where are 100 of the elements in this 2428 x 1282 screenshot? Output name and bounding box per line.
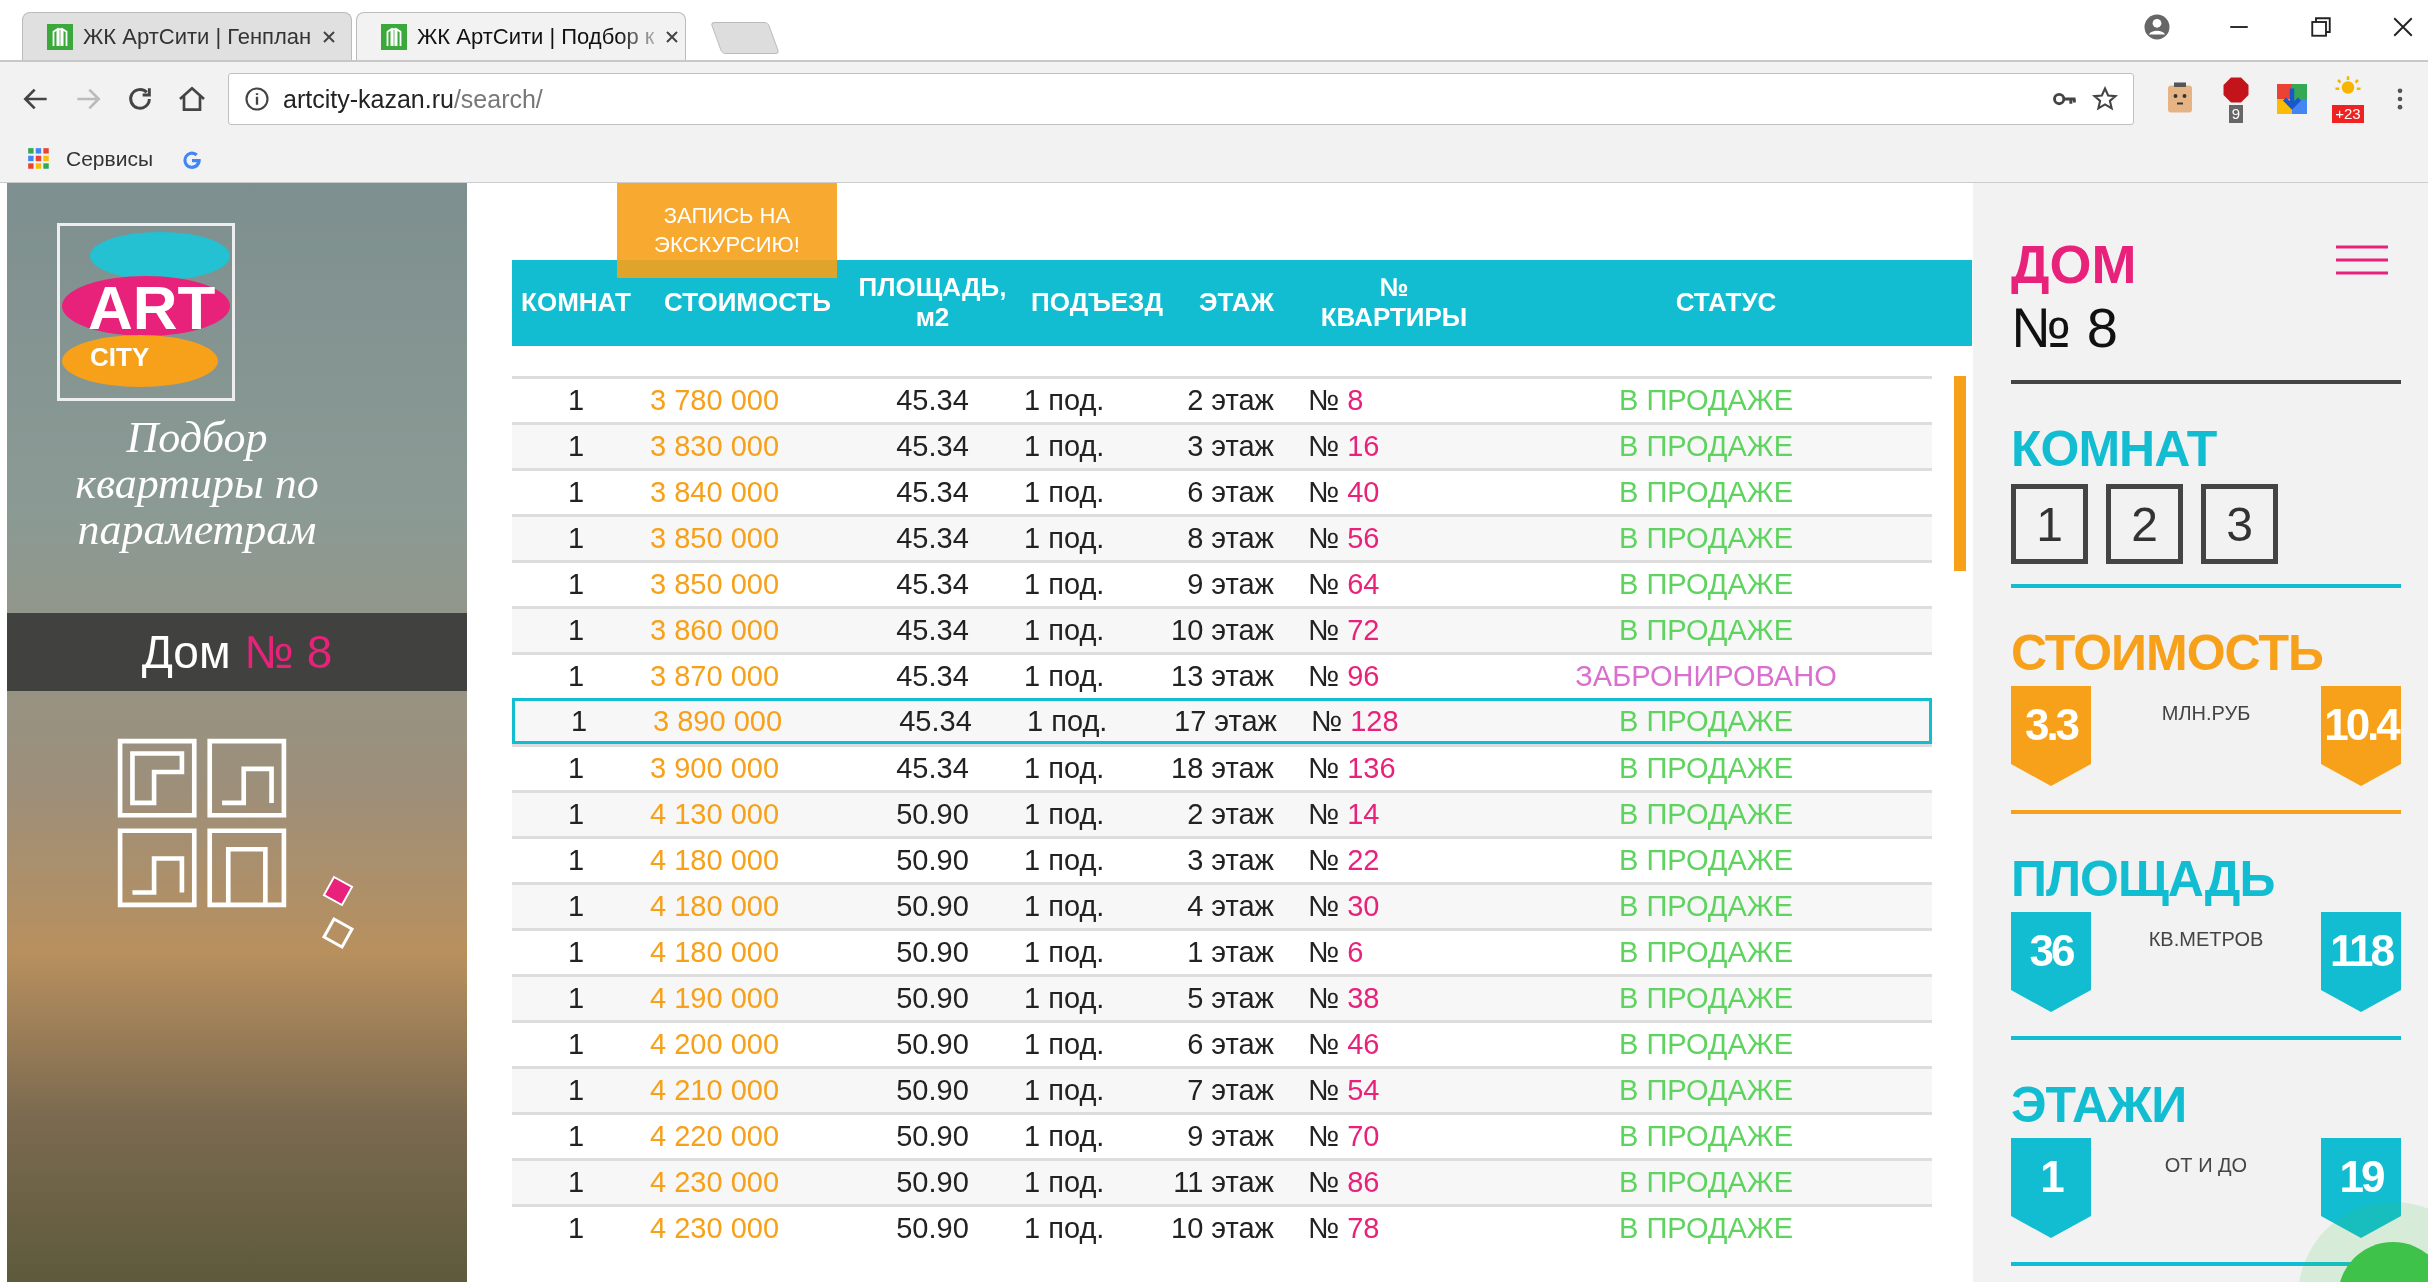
price-cell-text: 3 860 000 [649,614,780,647]
apartment-cell-text: № 56 [1307,522,1381,555]
browser-tab[interactable]: ЖК АртСити | Генплан [22,12,352,60]
filter-heading: КОМНАТ [2011,420,2218,478]
apartment-cell-text: № 54 [1307,1074,1381,1107]
status-cell-text: В ПРОДАЖЕ [1618,1120,1794,1153]
table-cell-text: 1 [566,1028,586,1061]
table-cell-text: 50.90 [895,798,970,831]
room-option[interactable]: 3 [2201,484,2278,564]
bookmark-link[interactable]: Сервисы [26,146,153,172]
browser-tab[interactable]: ЖК АртСити | Подбор к [356,12,686,60]
status-cell-text: В ПРОДАЖЕ [1618,1212,1794,1245]
table-cell-text: 1 [566,384,586,417]
room-option[interactable]: 1 [2011,484,2088,564]
table-row[interactable]: 1 4 230 000 50.90 1 под. 11 этаж № 86 В ПРОДАЖЕ [512,1158,1932,1204]
star-icon[interactable] [2091,85,2119,113]
download-arrow-icon[interactable] [2274,81,2310,117]
table-cell-text: 10 этаж [1170,614,1275,647]
range-unit: ОТ И ДО [2164,1154,2248,1178]
logo-city-text: CITY [90,342,150,373]
range-unit: КВ.МЕТРОВ [2148,928,2264,952]
apartment-cell-text: № 22 [1307,844,1381,877]
table-cell-text: 1 под. [1023,660,1106,693]
table-cell-text: 5 этаж [1186,982,1275,1015]
table-cell-text: 11 этаж [1172,1166,1275,1199]
status-cell-text: В ПРОДАЖЕ [1618,704,1794,738]
column-header: ПОДЪЕЗД [1030,288,1164,318]
stop-sign-icon[interactable] [2221,75,2251,105]
house-number: № 8 [244,625,333,679]
table-row[interactable]: 1 4 130 000 50.90 1 под. 2 этаж № 14 В ПРОДАЖЕ [512,790,1932,836]
table-row[interactable]: 1 4 190 000 50.90 1 под. 5 этаж № 38 В ПРОДАЖЕ [512,974,1932,1020]
table-cell-text: 1 под. [1023,1212,1106,1245]
status-cell-text: В ПРОДАЖЕ [1618,890,1794,923]
table-row[interactable]: 1 3 850 000 45.34 1 под. 8 этаж № 56 В ПРОДАЖЕ [512,514,1932,560]
close-icon[interactable] [664,28,681,45]
table-cell-text: 1 под. [1023,614,1106,647]
price-cell-text: 4 230 000 [649,1166,780,1199]
table-cell-text: 2 этаж [1186,798,1275,831]
price-cell-text: 4 220 000 [649,1120,780,1153]
table-cell-text: 1 [566,614,586,647]
status-cell-text: В ПРОДАЖЕ [1618,614,1794,647]
column-header: ПЛОЩАДЬ, м2 [857,273,1008,333]
column-header: № КВАРТИРЫ [1319,273,1469,333]
table-cell-text: 9 этаж [1186,568,1275,601]
status-cell-text: В ПРОДАЖЕ [1618,752,1794,785]
status-cell-text: В ПРОДАЖЕ [1618,936,1794,969]
table-cell-text: 50.90 [895,1212,970,1245]
apps-grid-icon [26,146,52,172]
table-cell-text: 1 [566,982,586,1015]
table-row[interactable]: 1 4 210 000 50.90 1 под. 7 этаж № 54 В ПРОДАЖЕ [512,1066,1932,1112]
table-cell-text: 50.90 [895,982,970,1015]
apartment-cell-text: № 70 [1307,1120,1381,1153]
apartment-cell-text: № 72 [1307,614,1381,647]
profile-icon[interactable] [2142,12,2172,42]
status-cell-text: В ПРОДАЖЕ [1618,1028,1794,1061]
table-cell-text: 1 под. [1023,844,1106,877]
price-cell-text: 3 870 000 [649,660,780,693]
table-cell-text: 7 этаж [1186,1074,1275,1107]
apartment-cell-text: № 46 [1307,1028,1381,1061]
table-cell-text: 1 под. [1023,1028,1106,1061]
status-cell-text: В ПРОДАЖЕ [1618,844,1794,877]
table-cell-text: 45.34 [895,752,970,785]
price-cell-text: 4 180 000 [649,890,780,923]
apartment-cell-text: № 6 [1307,936,1365,969]
table-row[interactable]: 1 3 830 000 45.34 1 под. 3 этаж № 16 В ПРОДАЖЕ [512,422,1932,468]
table-cell-text: 1 под. [1023,982,1106,1015]
table-cell-text: 18 этаж [1170,752,1275,785]
table-cell-text: 45.34 [895,660,970,693]
price-cell-text: 3 830 000 [649,430,780,463]
apartment-cell-text: № 40 [1307,476,1381,509]
table-cell-text: 1 [566,476,586,509]
table-row[interactable]: 1 3 860 000 45.34 1 под. 10 этаж № 72 В ПРОДАЖЕ [512,606,1932,652]
table-cell-text: 1 под. [1023,430,1106,463]
count-badge: 9 [2228,105,2244,123]
table-cell-text: 1 под. [1023,568,1106,601]
table-row[interactable]: 1 4 180 000 50.90 1 под. 4 этаж № 30 В ПРОДАЖЕ [512,882,1932,928]
table-row[interactable]: 1 3 890 000 45.34 1 под. 17 этаж № 128 В ПРОДАЖЕ [512,698,1932,744]
table-cell-text: 1 [566,660,586,693]
room-option[interactable]: 2 [2106,484,2183,564]
table-cell-text: 4 этаж [1186,890,1275,923]
scrollbar-thumb[interactable] [1954,376,1966,571]
house-number: № 8 [2011,295,2119,360]
table-cell-text: 1 [566,844,586,877]
address-bar[interactable]: artcity-kazan.ru/search/ [228,73,2134,125]
price-cell-text: 4 180 000 [649,844,780,877]
apartment-cell-text: № 8 [1307,384,1365,417]
table-cell-text: 45.34 [895,430,970,463]
logo-art-text: ART [88,272,216,343]
table-cell-text: 17 этаж [1173,704,1278,738]
close-icon[interactable] [321,28,338,45]
table-cell-text: 50.90 [895,1028,970,1061]
table-cell-text: 45.34 [895,384,970,417]
table-row[interactable]: 1 4 230 000 50.90 1 под. 10 этаж № 78 В ПРОДАЖЕ [512,1204,1932,1250]
menu-icon[interactable] [2336,245,2388,275]
table-cell-text: 8 этаж [1186,522,1275,555]
table-cell-text: 1 [566,1212,586,1245]
filter-heading: ЭТАЖИ [2011,1076,2188,1134]
table-cell-text: 1 под. [1023,384,1106,417]
status-cell-text: В ПРОДАЖЕ [1618,430,1794,463]
table-cell-text: 1 [566,1166,586,1199]
